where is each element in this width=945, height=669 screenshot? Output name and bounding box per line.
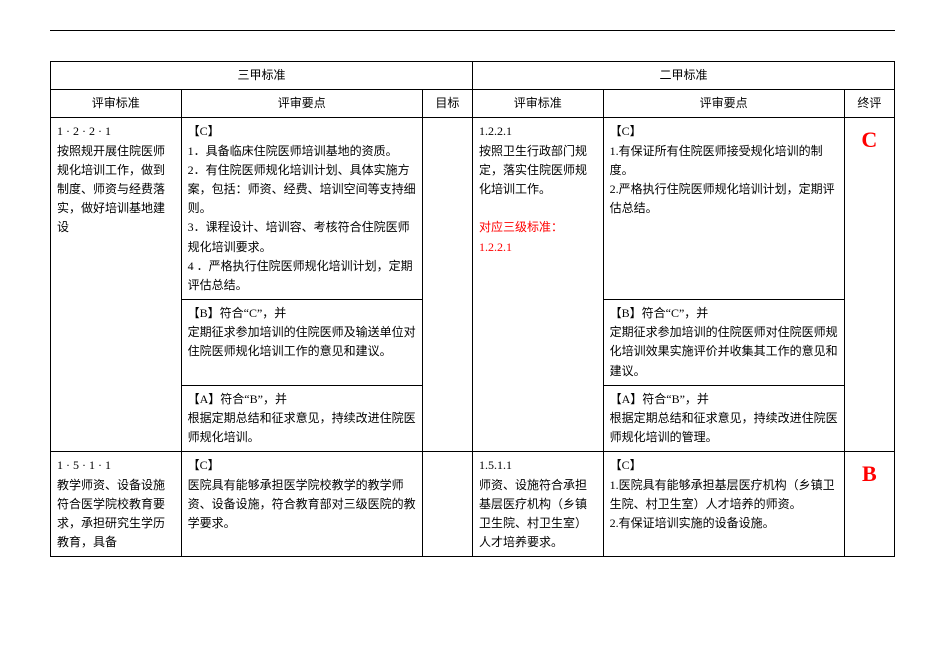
- row1-ptsB-c-2: 2.严格执行住院医师规化培训计划，定期评估总结。: [610, 182, 835, 215]
- row2-stdB: 1.5.1.1 师资、设施符合承担基层医疗机构（乡镇卫生院、村卫生室）人才培养要…: [472, 452, 603, 557]
- row1-ptsB-b: 【B】符合“C”，并 定期征求参加培训的住院医师对住院医师规化培训效果实施评价并…: [603, 300, 844, 386]
- row2-final-grade: B: [844, 452, 894, 557]
- row2-ptsB-c-2: 2.有保证培训实施的设备设施。: [610, 516, 775, 530]
- header-final: 终评: [844, 90, 894, 118]
- header-group-b: 二甲标准: [472, 62, 894, 90]
- row2-ptsA-c-label: 【C】: [188, 458, 220, 472]
- row2-main: 1 · 5 · 1 · 1 教学师资、设备设施符合医学院校教育要求，承担研究生学…: [51, 452, 895, 557]
- row1-ptsA-a: 【A】符合“B”，并 根据定期总结和征求意见，持续改进住院医师规化培训。: [181, 385, 422, 452]
- header-ptsB: 评审要点: [603, 90, 844, 118]
- row1-stdA-text: 按照规开展住院医师规化培训工作，做到制度、师资与经费落实，做好培训基地建设: [57, 144, 165, 235]
- row1-ptsA-b: 【B】符合“C”，并 定期征求参加培训的住院医师及输送单位对住院医师规化培训工作…: [181, 300, 422, 386]
- row2-stdB-text: 师资、设施符合承担基层医疗机构（乡镇卫生院、村卫生室）人才培养要求。: [479, 478, 587, 550]
- row2-stdB-id: 1.5.1.1: [479, 458, 512, 472]
- row2-goal: [422, 452, 472, 557]
- row1-stdB-text: 按照卫生行政部门规定，落实住院医师规化培训工作。: [479, 144, 587, 196]
- row1-ptsA-c-3: 3．课程设计、培训容、考核符合住院医师规化培训要求。: [188, 220, 410, 253]
- row1-ptsB-a-text: 根据定期总结和征求意见，持续改进住院医师规化培训的管理。: [610, 411, 838, 444]
- header-row-groups: 三甲标准 二甲标准: [51, 62, 895, 90]
- row1-ptsA-a-label: 【A】符合“B”，并: [188, 392, 287, 406]
- header-stdB: 评审标准: [472, 90, 603, 118]
- header-group-a: 三甲标准: [51, 62, 473, 90]
- row1-ptsB-a: 【A】符合“B”，并 根据定期总结和征求意见，持续改进住院医师规化培训的管理。: [603, 385, 844, 452]
- row1-ptsB-b-label: 【B】符合“C”，并: [610, 306, 709, 320]
- row1-final-grade: C: [844, 118, 894, 452]
- row1-ptsA-c-label: 【C】: [188, 124, 220, 138]
- row1-main: 1 · 2 · 2 · 1 按照规开展住院医师规化培训工作，做到制度、师资与经费…: [51, 118, 895, 300]
- row1-stdA: 1 · 2 · 2 · 1 按照规开展住院医师规化培训工作，做到制度、师资与经费…: [51, 118, 182, 452]
- row1-stdB-id: 1.2.2.1: [479, 124, 512, 138]
- row1-ptsB-c-label: 【C】: [610, 124, 642, 138]
- header-goal: 目标: [422, 90, 472, 118]
- row1-ptsB-c-1: 1.有保证所有住院医师接受规化培训的制度。: [610, 144, 823, 177]
- row1-stdB: 1.2.2.1 按照卫生行政部门规定，落实住院医师规化培训工作。 对应三级标准：…: [472, 118, 603, 452]
- row1-ptsA-c-2: 2．有住院医师规化培训计划、具体实施方案，包括：师资、经费、培训空间等支持细则。: [188, 163, 416, 215]
- row2-ptsA-c-text: 医院具有能够承担医学院校教学的教学师资、设备设施，符合教育部对三级医院的教学要求…: [188, 478, 416, 530]
- standards-table: 三甲标准 二甲标准 评审标准 评审要点 目标 评审标准 评审要点 终评 1 · …: [50, 61, 895, 557]
- row1-ptsA-b-text: 定期征求参加培训的住院医师及输送单位对住院医师规化培训工作的意见和建议。: [188, 325, 416, 358]
- row1-ptsA-a-text: 根据定期总结和征求意见，持续改进住院医师规化培训。: [188, 411, 416, 444]
- row2-ptsB-c: 【C】 1.医院具有能够承担基层医疗机构（乡镇卫生院、村卫生室）人才培养的师资。…: [603, 452, 844, 557]
- row1-ptsA-b-label: 【B】符合“C”，并: [188, 306, 287, 320]
- header-ptsA: 评审要点: [181, 90, 422, 118]
- row1-ptsB-a-label: 【A】符合“B”，并: [610, 392, 709, 406]
- row2-stdA-text: 教学师资、设备设施符合医学院校教育要求，承担研究生学历教育，具备: [57, 478, 165, 550]
- row1-ptsB-c: 【C】 1.有保证所有住院医师接受规化培训的制度。 2.严格执行住院医师规化培训…: [603, 118, 844, 300]
- row1-stdB-note-ref: 1.2.2.1: [479, 240, 512, 254]
- header-row-cols: 评审标准 评审要点 目标 评审标准 评审要点 终评: [51, 90, 895, 118]
- row1-ptsA-c-1: 1．具备临床住院医师培训基地的资质。: [188, 144, 398, 158]
- row1-goal: [422, 118, 472, 452]
- row2-ptsB-c-label: 【C】: [610, 458, 642, 472]
- top-rule: [50, 30, 895, 31]
- row2-stdA-id: 1 · 5 · 1 · 1: [57, 458, 111, 472]
- row1-ptsA-c-4: 4 ．严格执行住院医师规化培训计划，定期评估总结。: [188, 259, 413, 292]
- row1-stdA-id: 1 · 2 · 2 · 1: [57, 124, 111, 138]
- row1-ptsA-c: 【C】 1．具备临床住院医师培训基地的资质。 2．有住院医师规化培训计划、具体实…: [181, 118, 422, 300]
- header-stdA: 评审标准: [51, 90, 182, 118]
- row2-ptsA-c: 【C】 医院具有能够承担医学院校教学的教学师资、设备设施，符合教育部对三级医院的…: [181, 452, 422, 557]
- row2-stdA: 1 · 5 · 1 · 1 教学师资、设备设施符合医学院校教育要求，承担研究生学…: [51, 452, 182, 557]
- row1-ptsB-b-text: 定期征求参加培训的住院医师对住院医师规化培训效果实施评价并收集其工作的意见和建议…: [610, 325, 838, 377]
- row2-ptsB-c-1: 1.医院具有能够承担基层医疗机构（乡镇卫生院、村卫生室）人才培养的师资。: [610, 478, 835, 511]
- row1-stdB-note-label: 对应三级标准：: [479, 220, 563, 234]
